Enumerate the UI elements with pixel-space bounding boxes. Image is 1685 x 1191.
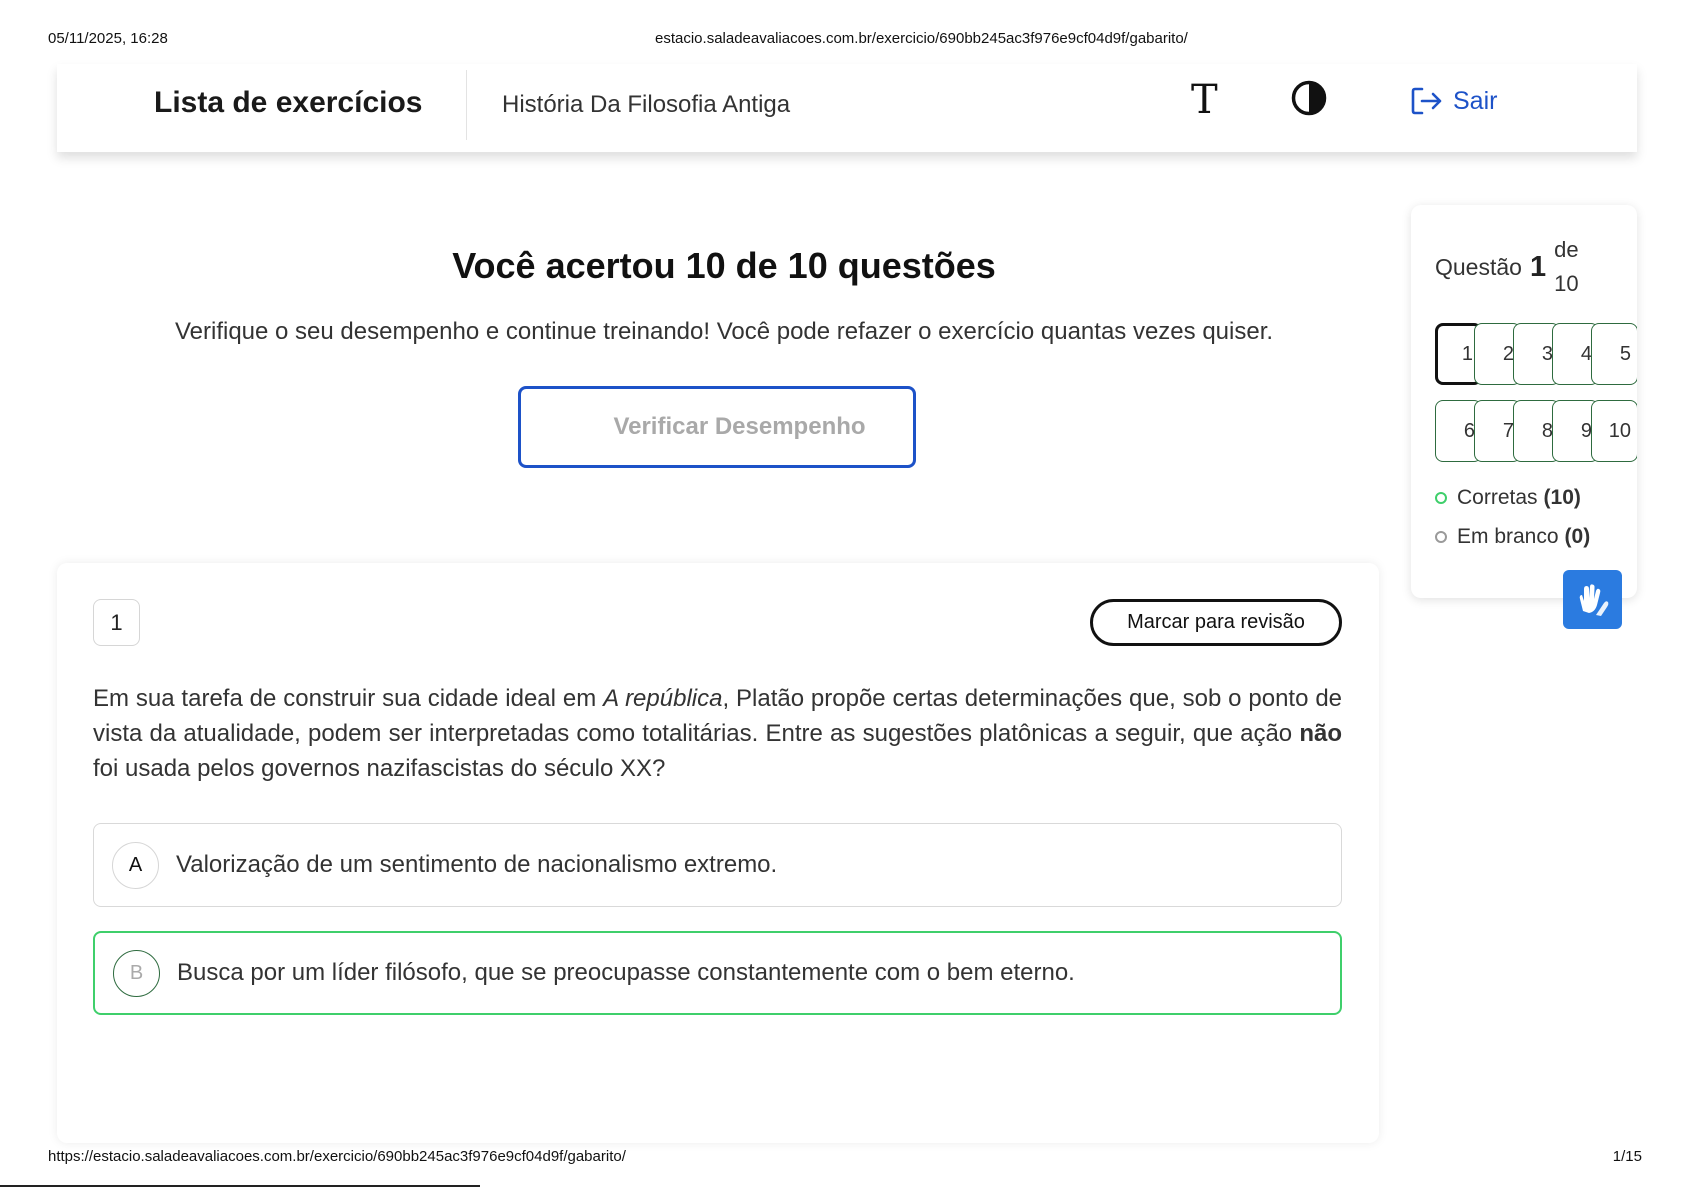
- question-label: Questão: [1435, 253, 1522, 280]
- verify-performance-button[interactable]: Verificar Desempenho: [518, 386, 916, 468]
- result-title: Você acertou 10 de 10 questões: [452, 245, 996, 286]
- question-text: Em sua tarefa de construir sua cidade id…: [93, 685, 1343, 782]
- question-card: 1 Marcar para revisão Em sua tarefa de c…: [57, 563, 1379, 1143]
- total-questions: de 10: [1554, 237, 1579, 296]
- legend-correct: Corretas (10): [1435, 486, 1581, 510]
- current-question: 1: [1529, 250, 1547, 283]
- emphasis-word: não: [1299, 720, 1342, 747]
- option-a[interactable]: A Valorização de um sentimento de nacion…: [93, 823, 1342, 907]
- option-text: Valorização de um sentimento de nacional…: [176, 851, 778, 878]
- option-letter: A: [112, 841, 159, 889]
- legend-blank: Em branco (0): [1435, 525, 1590, 549]
- book-title: A república: [603, 685, 723, 712]
- contrast-icon[interactable]: [1291, 80, 1327, 116]
- page-bottom-edge: [0, 1185, 480, 1187]
- question-grid-row-2: 6 7 8 9 10: [1435, 400, 1637, 462]
- libras-hands-icon: [1579, 583, 1608, 616]
- logout-button[interactable]: Sair: [1411, 86, 1497, 116]
- option-letter: B: [113, 949, 160, 997]
- course-name: História Da Filosofia Antiga: [502, 91, 791, 118]
- logout-icon: [1411, 87, 1442, 115]
- top-bar: Lista de exercícios História Da Filosofi…: [57, 64, 1637, 152]
- question-nav-10[interactable]: 10: [1591, 400, 1637, 462]
- app-title: Lista de exercícios: [154, 86, 423, 119]
- print-page-number: 1/15: [1612, 1148, 1642, 1165]
- blank-dot-icon: [1435, 531, 1447, 543]
- print-page-url: estacio.saladeavaliacoes.com.br/exercici…: [655, 30, 1188, 47]
- font-size-icon[interactable]: T: [1191, 80, 1218, 120]
- correct-dot-icon: [1435, 492, 1447, 504]
- question-nav-5[interactable]: 5: [1591, 323, 1637, 385]
- option-b-correct[interactable]: B Busca por um líder filósofo, que se pr…: [93, 931, 1342, 1015]
- question-navigator-panel: Questão 1 de 10 1 2 3 4 5 6 7 8 9 10 Cor…: [1411, 205, 1637, 598]
- result-subtitle: Verifique o seu desempenho e continue tr…: [174, 318, 1274, 345]
- libras-accessibility-button[interactable]: [1563, 570, 1622, 629]
- question-grid-row-1: 1 2 3 4 5: [1435, 323, 1637, 385]
- question-counter: Questão 1 de 10: [1435, 233, 1588, 301]
- logout-label: Sair: [1453, 86, 1498, 115]
- topbar-divider: [466, 70, 467, 140]
- question-number: 1: [93, 599, 140, 646]
- print-datetime: 05/11/2025, 16:28: [48, 30, 168, 47]
- mark-for-review-button[interactable]: Marcar para revisão: [1090, 599, 1342, 646]
- print-footer-url: https://estacio.saladeavaliacoes.com.br/…: [48, 1148, 626, 1165]
- option-text: Busca por um líder filósofo, que se preo…: [177, 959, 1075, 986]
